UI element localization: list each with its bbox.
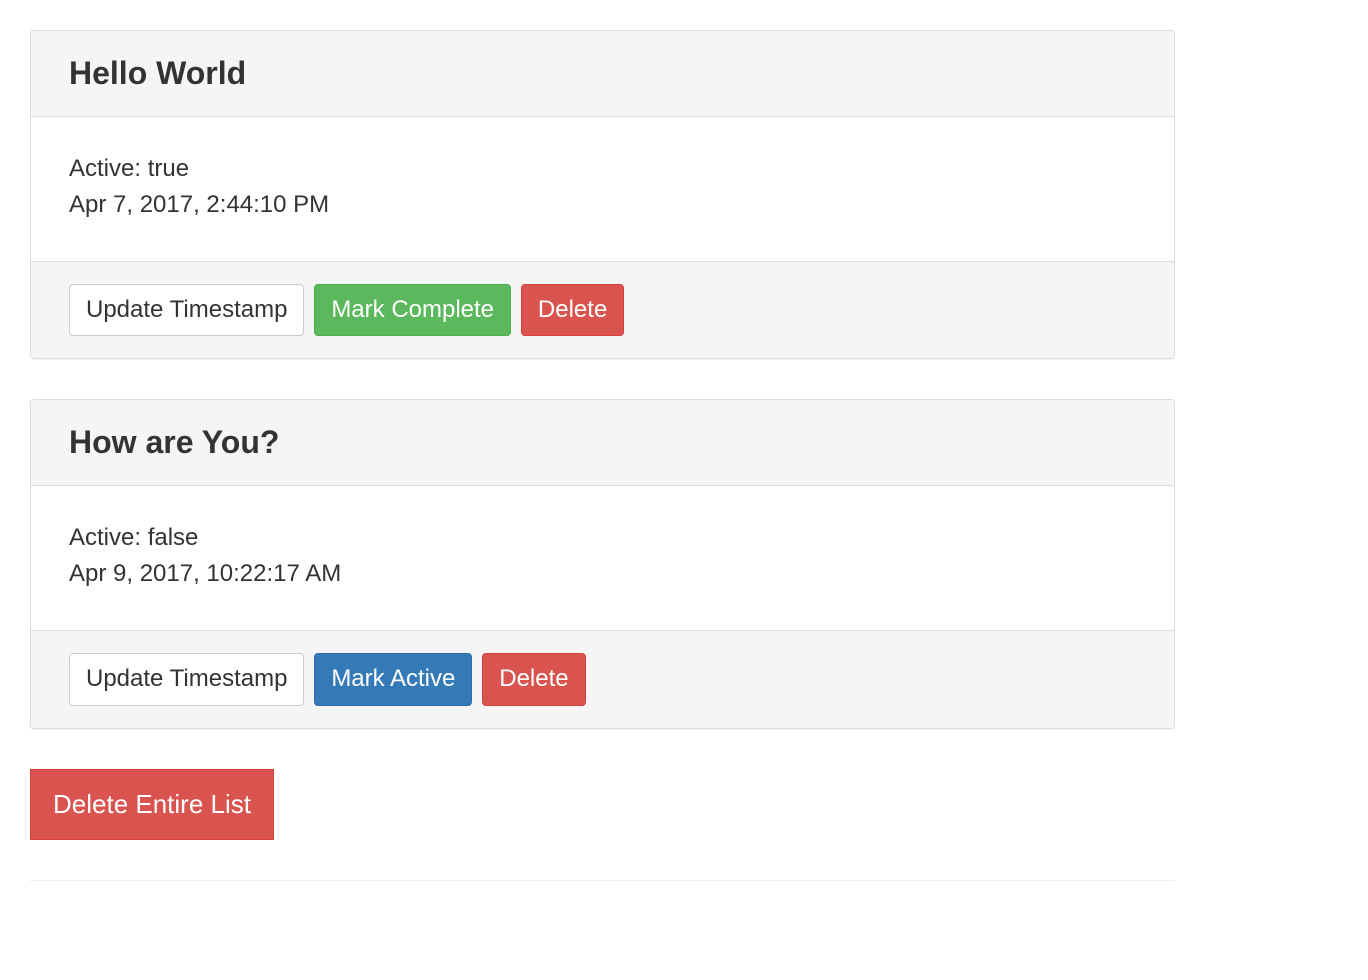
- delete-entire-list-button[interactable]: Delete Entire List: [30, 769, 274, 840]
- item-title: How are You?: [69, 424, 1136, 461]
- active-prefix: Active:: [69, 524, 148, 551]
- divider: [30, 880, 1175, 881]
- item-heading: How are You?: [31, 400, 1174, 486]
- item-body: Active: false Apr 9, 2017, 10:22:17 AM: [31, 486, 1174, 630]
- item-title: Hello World: [69, 55, 1136, 92]
- active-prefix: Active:: [69, 155, 148, 182]
- item-timestamp: Apr 9, 2017, 10:22:17 AM: [69, 556, 1136, 592]
- update-timestamp-button[interactable]: Update Timestamp: [69, 653, 304, 705]
- list-container: Hello World Active: true Apr 7, 2017, 2:…: [30, 30, 1175, 881]
- active-value: true: [148, 155, 189, 182]
- update-timestamp-button[interactable]: Update Timestamp: [69, 284, 304, 336]
- item-footer: Update Timestamp Mark Complete Delete: [31, 261, 1174, 358]
- mark-complete-button[interactable]: Mark Complete: [314, 284, 511, 336]
- active-value: false: [148, 524, 199, 551]
- list-item: Hello World Active: true Apr 7, 2017, 2:…: [30, 30, 1175, 359]
- item-heading: Hello World: [31, 31, 1174, 117]
- list-item: How are You? Active: false Apr 9, 2017, …: [30, 399, 1175, 728]
- mark-active-button[interactable]: Mark Active: [314, 653, 472, 705]
- item-footer: Update Timestamp Mark Active Delete: [31, 630, 1174, 727]
- item-active-line: Active: false: [69, 520, 1136, 556]
- delete-button[interactable]: Delete: [521, 284, 624, 336]
- item-active-line: Active: true: [69, 151, 1136, 187]
- item-body: Active: true Apr 7, 2017, 2:44:10 PM: [31, 117, 1174, 261]
- item-timestamp: Apr 7, 2017, 2:44:10 PM: [69, 187, 1136, 223]
- delete-button[interactable]: Delete: [482, 653, 585, 705]
